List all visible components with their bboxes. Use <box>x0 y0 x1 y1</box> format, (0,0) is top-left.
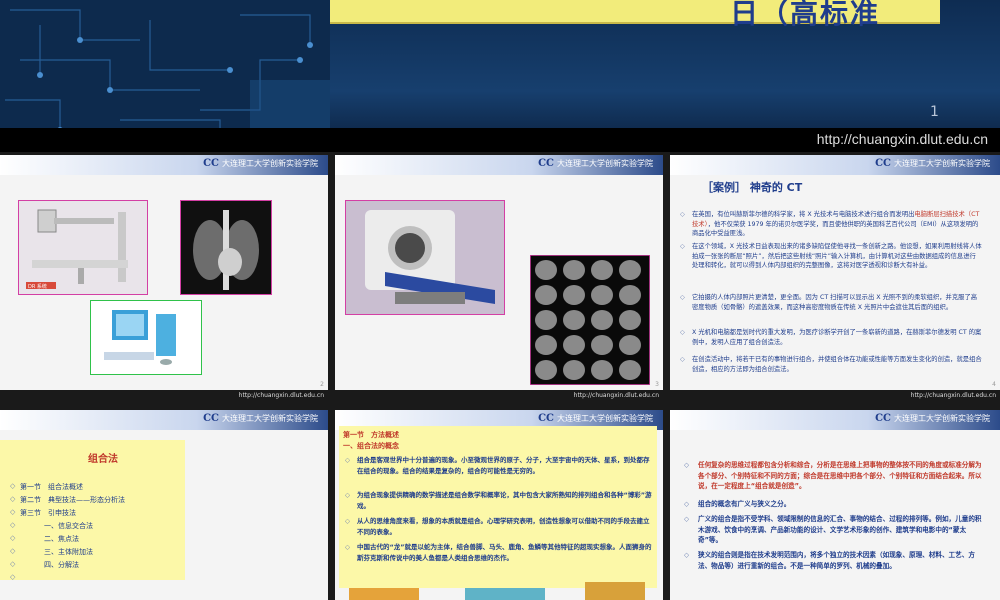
bullet-diamond-icon: ◇ <box>10 534 16 542</box>
case-bullet: ◇ 在英国，有位叫赫斯菲尔德的科学家，将 X 光技术与电脑技术进行组合而发明出电脑… <box>680 211 980 238</box>
bullet-diamond-icon: ◇ <box>680 329 685 336</box>
outline-item: ◇ 第三节 引申技法 <box>10 508 76 517</box>
bullet-diamond-icon: ◇ <box>345 491 350 499</box>
bullet-diamond-icon: ◇ <box>10 560 16 568</box>
bullet-diamond-icon: ◇ <box>680 211 685 218</box>
bullet-diamond-icon: ◇ <box>684 500 690 508</box>
school-name: 大连理工大学创新实验学院 <box>557 159 653 168</box>
bullet-diamond-icon: ◇ <box>345 543 350 551</box>
slide-header: CC 大连理工大学创新实验学院 <box>0 155 328 175</box>
illustration-strip <box>349 588 419 600</box>
page-number: 2 <box>320 381 324 388</box>
slide-3[interactable]: CC 大连理工大学创新实验学院 3 http://chuangxin.dlut.e… <box>335 155 663 400</box>
content-paragraph: ◇ 组合是客观世界中十分普遍的现象。小至微观世界的原子、分子，大至宇宙中的天体、星… <box>345 456 650 475</box>
school-logo-icon: CC <box>875 158 891 169</box>
slide-1[interactable]: 日（高标准 1 http://chuangxin.dlut.edu.cn <box>0 0 1000 152</box>
bullet-diamond-icon: ◇ <box>680 356 685 363</box>
chest-xray-image <box>180 200 272 295</box>
school-name: 大连理工大学创新实验学院 <box>222 414 318 423</box>
content-paragraph: ◇ 狭义的组合则是指在技术发明范围内，将多个独立的技术因素（如现象、原理、材料、工… <box>684 551 975 570</box>
school-logo-icon: CC <box>538 158 554 169</box>
page-number: 3 <box>655 381 659 388</box>
slide-title-fragment: 日（高标准 <box>729 0 880 30</box>
content-paragraph: ◇ 从人的思维角度来看，想象的本质就是组合。心理学研究表明，创造性想象可以借助不同… <box>345 517 650 536</box>
content-paragraph: ◇ 中国古代的“龙”就是以蛇为主体，结合兽脚、马头、鹿角、鱼鳞等其他特征的超现实想… <box>345 543 652 562</box>
outline-item: ◇ 二、焦点法 <box>10 534 79 543</box>
page-number: 1 <box>930 104 939 120</box>
slide-2[interactable]: CC 大连理工大学创新实验学院 DR 系统 2 http://chuangxin.… <box>0 155 328 400</box>
outline-item: ◇ 三、主体附加法 <box>10 547 93 556</box>
school-name: 大连理工大学创新实验学院 <box>557 414 653 423</box>
ct-scanner-image <box>345 200 505 315</box>
slide-5[interactable]: CC 大连理工大学创新实验学院 组合法 ◇ 第一节 组合法概述 ◇ 第二节 典型技法—… <box>0 410 328 600</box>
outline-item: ◇ 一、信息交合法 <box>10 521 93 530</box>
school-name: 大连理工大学创新实验学院 <box>894 159 990 168</box>
outline-item: ◇ 四、分解法 <box>10 560 79 569</box>
school-logo-icon: CC <box>875 413 891 424</box>
bullet-diamond-icon: ◇ <box>10 482 16 490</box>
slide-6[interactable]: CC 大连理工大学创新实验学院 第一节 方法概述 一、组合法的概念 ◇ 组合是客观世… <box>335 410 663 600</box>
school-name: 大连理工大学创新实验学院 <box>222 159 318 168</box>
dr-label: DR 系统 <box>28 283 47 290</box>
computer-image <box>90 300 202 375</box>
bullet-diamond-icon: ◇ <box>684 515 690 523</box>
slide-4[interactable]: CC 大连理工大学创新实验学院 ［案例］ 神奇的 CT ◇ 在英国，有位叫赫斯菲尔德… <box>670 155 1000 400</box>
content-paragraph: ◇ 组合的概念有广义与狭义之分。 <box>684 500 791 508</box>
case-bullet: ◇ 在这个领域，X 光技术日益表现出来的诸多缺陷促使他寻找一条创新之路。他设想，如… <box>680 243 982 270</box>
slide-7[interactable]: CC 大连理工大学创新实验学院 ◇ 任何复杂的思维过程都包含分析和综合，分析是在思维… <box>670 410 1000 600</box>
school-logo-icon: CC <box>203 158 219 169</box>
bullet-diamond-icon: ◇ <box>345 517 350 525</box>
title-banner: 日（高标准 <box>330 0 940 30</box>
illustration-strip <box>465 588 545 600</box>
page-number: 4 <box>992 381 996 388</box>
footer-url: http://chuangxin.dlut.edu.cn <box>910 392 996 399</box>
footer-url: http://chuangxin.dlut.edu.cn <box>573 392 659 399</box>
case-title-text: 神奇的 CT <box>749 181 803 194</box>
bullet-diamond-icon: ◇ <box>10 521 16 529</box>
school-name: 大连理工大学创新实验学院 <box>894 414 990 423</box>
case-bullet: ◇ 在创造活动中，将若干已有的事物进行组合，并使组合体在功能或性能等方面发生变化的… <box>680 356 982 373</box>
bullet-diamond-icon: ◇ <box>680 243 685 250</box>
slide-header: CC 大连理工大学创新实验学院 <box>335 155 663 175</box>
school-logo-icon: CC <box>203 413 219 424</box>
footer-url: http://chuangxin.dlut.edu.cn <box>816 131 988 147</box>
bullet-diamond-icon: ◇ <box>10 573 16 581</box>
school-logo-icon: CC <box>538 413 554 424</box>
bullet-diamond-icon: ◇ <box>10 495 16 503</box>
bullet-diamond-icon: ◇ <box>345 456 350 464</box>
outline-item: ◇ 第一节 组合法概述 <box>10 482 83 491</box>
case-bullet: ◇ 它拍摄的人体内部照片更清楚，更全面。因为 CT 扫描可以显示出 X 光照不到的… <box>680 294 978 311</box>
footer-url: http://chuangxin.dlut.edu.cn <box>238 392 324 399</box>
ct-scan-slices-image <box>530 255 650 385</box>
subsection-heading: 一、组合法的概念 <box>343 442 399 450</box>
dragon-illustration <box>585 582 645 600</box>
bullet-diamond-icon: ◇ <box>684 461 690 469</box>
section-heading: 第一节 方法概述 <box>343 431 399 439</box>
slide-header: CC 大连理工大学创新实验学院 <box>670 155 1000 175</box>
case-title: ［案例］ 神奇的 CT <box>702 181 803 194</box>
content-paragraph: ◇ 任何复杂的思维过程都包含分析和综合，分析是在思维上把事物的整体按不同的角度或标… <box>684 461 982 490</box>
slide-header: CC 大连理工大学创新实验学院 <box>670 410 1000 430</box>
case-bullet: ◇ X 光机和电脑都是划时代的重大发明，为医疗诊断学开创了一条崭新的道路，在赫斯菲… <box>680 329 982 346</box>
outline-title: 组合法 <box>88 454 118 465</box>
bullet-diamond-icon: ◇ <box>684 551 690 559</box>
bullet-diamond-icon: ◇ <box>10 547 16 555</box>
slide-header: CC 大连理工大学创新实验学院 <box>0 410 328 430</box>
dr-machine-image: DR 系统 <box>18 200 148 295</box>
content-paragraph: ◇ 为组合现象提供精确的数学描述是组合数学和概率论，其中包含大家所熟知的排列组合和… <box>345 491 652 510</box>
outline-item: ◇ 第二节 典型技法——形态分析法 <box>10 495 125 504</box>
bullet-diamond-icon: ◇ <box>680 294 685 301</box>
content-paragraph: ◇ 广义的组合是指不受学科、领域限制的信息的汇合、事物的结合、过程的排列等。例如，… <box>684 515 982 544</box>
bullet-diamond-icon: ◇ <box>10 508 16 516</box>
